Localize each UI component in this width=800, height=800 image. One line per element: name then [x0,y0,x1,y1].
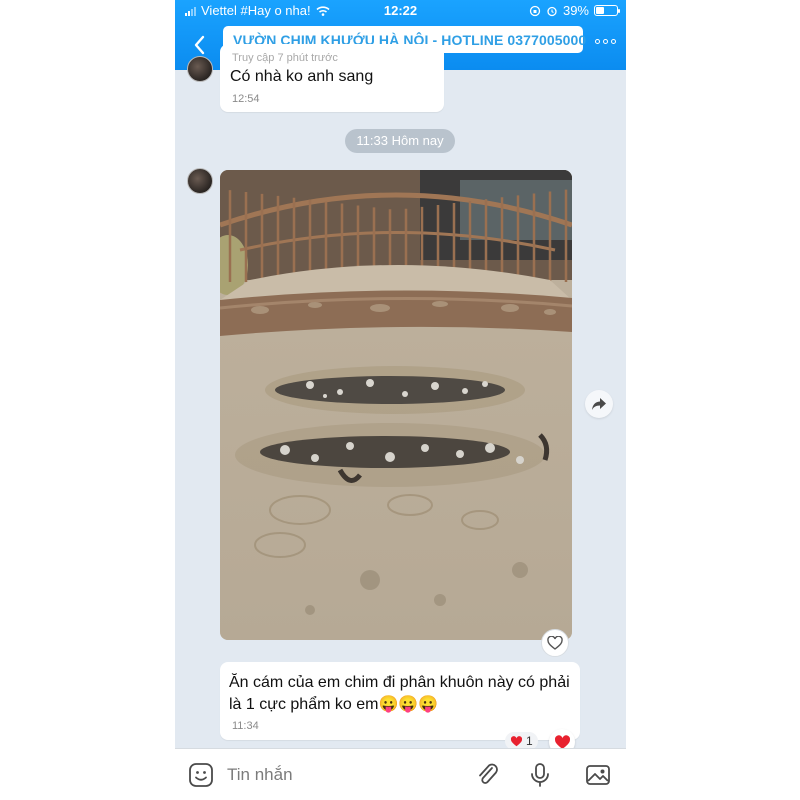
avatar[interactable] [187,168,213,194]
back-chevron-icon[interactable] [190,33,210,57]
avatar[interactable] [187,56,213,82]
message-input[interactable]: Tin nhắn [227,765,293,785]
message-time: 11:34 [232,720,259,732]
message-bubble-latest[interactable]: Ăn cám của em chim đi phân khuôn này có … [220,662,580,740]
share-forward-icon[interactable] [585,390,613,418]
bird-cage-photo [220,170,572,640]
battery-icon [594,5,620,16]
like-heart-icon[interactable] [541,629,569,657]
message-composer: Tin nhắn [175,748,626,800]
date-divider: 11:33 Hôm nay [345,129,455,153]
sticker-smile-icon[interactable] [188,762,214,788]
status-bar: Viettel #Hay o nha! 12:22 39% [175,0,626,22]
image-icon[interactable] [585,762,611,788]
chat-screen: Viettel #Hay o nha! 12:22 39% VƯỜN CHIM … [175,0,626,800]
orientation-lock-icon [529,5,541,16]
alarm-icon [547,6,557,16]
more-dots-icon[interactable] [595,39,616,44]
message-text: Ăn cám của em chim đi phân khuôn này có … [229,674,570,713]
message-text: Có nhà ko anh sang [230,68,374,85]
message-bubble-previous[interactable]: Truy cập 7 phút trước Có nhà ko anh sang… [220,44,444,112]
photo-message[interactable] [220,170,572,640]
battery-percent: 39% [562,3,589,18]
microphone-icon[interactable] [527,762,553,788]
heart-icon [510,735,523,746]
message-time: 12:54 [232,93,260,105]
last-seen-label: Truy cập 7 phút trước [232,52,338,64]
reaction-count: 1 [526,734,533,748]
paperclip-icon[interactable] [475,762,501,788]
